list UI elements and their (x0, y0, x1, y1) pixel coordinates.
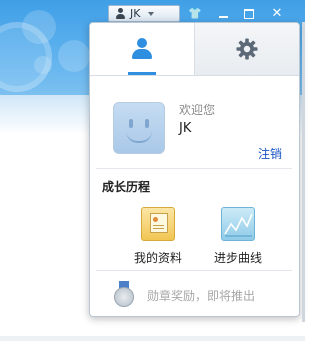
curve-graphic (224, 213, 253, 237)
chevron-down-icon (148, 11, 155, 16)
avatar-eye (129, 119, 133, 128)
user-menu-button[interactable]: JK (108, 5, 180, 22)
username: JK (179, 121, 192, 136)
maximize-button[interactable] (240, 5, 258, 22)
panel-tab-bar (90, 23, 299, 76)
decorative-bubble (34, 56, 52, 74)
profile-card-icon (141, 207, 175, 241)
close-button[interactable]: ✕ (265, 5, 289, 22)
medal-icon (114, 281, 134, 307)
gear-icon (236, 38, 258, 60)
skin-button[interactable]: 👕 (186, 5, 204, 22)
avatar-mouth (126, 131, 152, 143)
decorative-bubble (58, 40, 90, 72)
progress-curve-button[interactable]: 进步曲线 (203, 207, 273, 266)
user-menu-label: JK (130, 7, 141, 20)
section-title: 成长历程 (102, 180, 151, 194)
user-dropdown-panel: 欢迎您 JK 注销 成长历程 我的资料 进步曲线 勋章奖励，即将推出 (89, 22, 300, 317)
tab-profile[interactable] (90, 23, 194, 75)
my-profile-button[interactable]: 我的资料 (123, 207, 193, 266)
avatar-eye (145, 119, 149, 128)
window-footer (0, 336, 305, 341)
user-icon (115, 7, 126, 20)
logout-link[interactable]: 注销 (258, 145, 282, 162)
progress-curve-icon (221, 207, 255, 241)
profile-card-shape (150, 213, 168, 233)
divider (96, 270, 292, 271)
app-left-panel (0, 135, 90, 341)
window-edge (302, 22, 305, 322)
medal-coming-soon-text: 勋章奖励，即将推出 (147, 289, 256, 303)
minimize-button[interactable] (214, 5, 232, 22)
active-tab-indicator (128, 72, 156, 75)
person-icon (131, 38, 153, 60)
close-icon: ✕ (271, 6, 283, 21)
welcome-text: 欢迎您 (179, 103, 216, 117)
my-profile-label: 我的资料 (133, 251, 182, 265)
medal-coin (114, 287, 134, 307)
divider (96, 168, 292, 169)
avatar[interactable] (113, 102, 165, 154)
decorative-bubble (22, 10, 56, 44)
tab-settings[interactable] (194, 23, 299, 75)
shirt-icon: 👕 (188, 7, 202, 20)
progress-curve-label: 进步曲线 (213, 251, 262, 265)
